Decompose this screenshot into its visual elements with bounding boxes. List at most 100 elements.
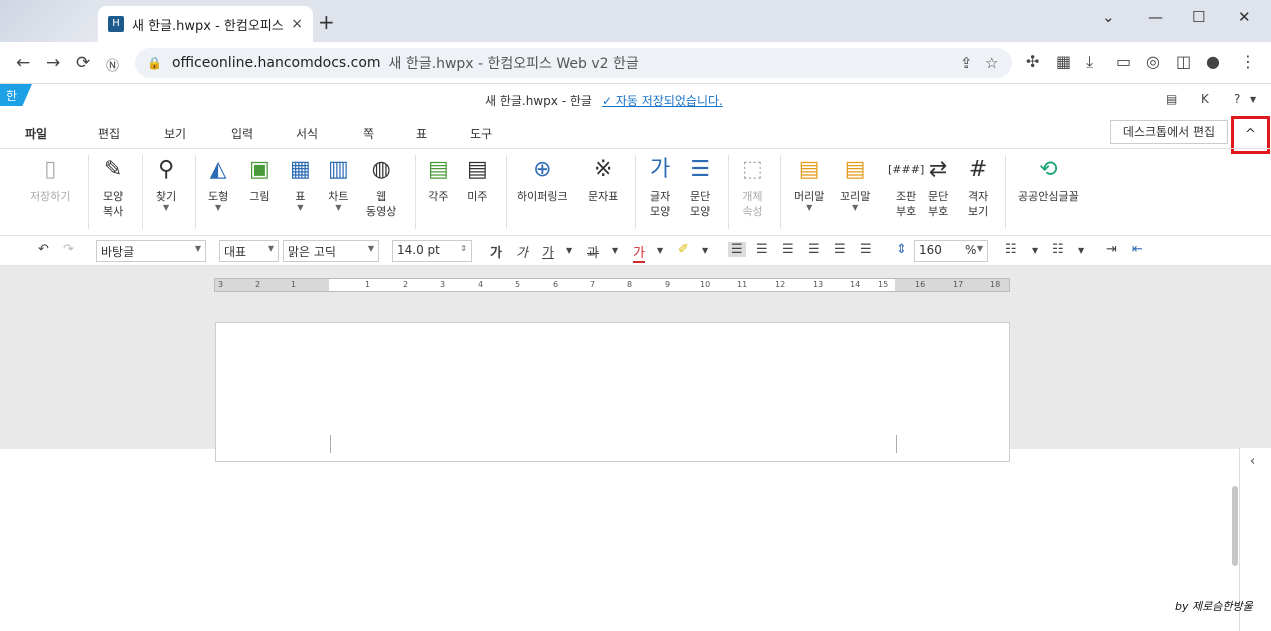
endnote-button[interactable]: ▤ 미주 (467, 155, 488, 204)
underline-icon[interactable]: 가 (542, 242, 554, 261)
para-shape-button[interactable]: ☰ 문단 모양 (690, 155, 710, 219)
tab-close-icon[interactable]: × (291, 16, 303, 32)
italic-icon[interactable]: 가 (516, 242, 528, 261)
document-page[interactable] (215, 322, 1010, 462)
char-shape-button[interactable]: 가 글자 모양 (650, 155, 670, 219)
ruler-tick: 12 (775, 280, 786, 289)
sidepanel-icon[interactable]: ◫ (1176, 52, 1191, 71)
para-mark-button[interactable]: ⇄ 문단 부호 (928, 155, 948, 219)
language-select[interactable]: 대표 ▼ (219, 240, 279, 262)
forward-icon[interactable]: → (46, 53, 60, 73)
menu-tools[interactable]: 도구 (470, 125, 492, 142)
compose-code-button[interactable]: [###] 조판 부호 (888, 155, 924, 219)
align-center-icon[interactable]: ☰ (782, 242, 794, 257)
grid-view-button[interactable]: # 격자 보기 (968, 155, 988, 219)
ribbon-separator (88, 155, 89, 229)
user-initial[interactable]: K (1201, 92, 1209, 106)
menu-view[interactable]: 보기 (164, 125, 186, 142)
align-left-icon[interactable]: ☰ (756, 242, 768, 257)
font-color-icon[interactable]: 가 (633, 242, 645, 263)
copy-format-button[interactable]: ✎ 모양 복사 (103, 155, 123, 219)
picture-button[interactable]: ▣ 그림 (249, 155, 270, 204)
menu-file[interactable]: 파일 (25, 125, 47, 142)
chevron-down-icon[interactable]: ▼ (612, 246, 618, 255)
menu-table[interactable]: 표 (416, 125, 427, 142)
maximize-icon[interactable]: ☐ (1192, 8, 1205, 26)
horizontal-ruler[interactable]: 3 2 1 1 2 3 4 5 6 7 8 9 10 11 12 13 14 1… (214, 278, 1010, 292)
back-icon[interactable]: ← (16, 53, 30, 73)
video-icon[interactable]: ▭ (1116, 52, 1131, 71)
menu-edit[interactable]: 편집 (98, 125, 120, 142)
bold-icon[interactable]: 가 (490, 242, 502, 261)
chevron-down-icon: ▼ (335, 203, 342, 212)
ruler-tick: 5 (515, 280, 521, 289)
highlight-icon[interactable]: ✐ (678, 242, 689, 257)
web-video-button[interactable]: ◍ 웹 동영상 (366, 155, 396, 219)
help-dropdown-icon[interactable]: ▼ (1250, 95, 1256, 104)
redo-icon[interactable]: ↷ (63, 242, 74, 257)
profile-avatar-icon[interactable]: ● (1206, 52, 1220, 71)
indent-decrease-icon[interactable]: ⇤ (1132, 242, 1143, 257)
font-select[interactable]: 맑은 고딕 ▼ (283, 240, 379, 262)
line-spacing-icon[interactable]: ⇕ (896, 242, 907, 257)
comment-icon[interactable]: ▤ (1166, 92, 1177, 106)
object-properties-button[interactable]: ⬚ 개체 속성 (742, 155, 763, 219)
numbered-list-icon[interactable]: ☷ (1052, 242, 1064, 257)
table-button[interactable]: ▦ 표 ▼ (290, 155, 311, 212)
help-icon[interactable]: ? (1234, 92, 1240, 106)
flag-extension-icon[interactable]: ▦ (1056, 52, 1071, 71)
font-size-stepper[interactable]: 14.0 pt ⇕ (392, 240, 472, 262)
align-divide-icon[interactable]: ☰ (860, 242, 872, 257)
nav-bar: ← → ⟳ Ⓝ 🔒 officeonline.hancomdocs.com 새 … (0, 42, 1271, 84)
bookmark-star-icon[interactable]: ☆ (985, 54, 998, 72)
header-button[interactable]: ▤ 머리말 ▼ (794, 155, 824, 212)
browser-menu-icon[interactable]: ⋮ (1240, 52, 1256, 71)
hancom-logo[interactable]: 한 (0, 84, 32, 106)
hyperlink-button[interactable]: ⊕ 하이퍼링크 (517, 155, 568, 204)
new-tab-button[interactable]: + (318, 10, 335, 34)
align-distribute-icon[interactable]: ☰ (834, 242, 846, 257)
bullet-list-icon[interactable]: ☷ (1005, 242, 1017, 257)
align-right-icon[interactable]: ☰ (808, 242, 820, 257)
screenshot-icon[interactable]: ◎ (1146, 52, 1160, 71)
menu-bar: 파일 편집 보기 입력 서식 쪽 표 도구 데스크톱에서 편집 ^ (0, 116, 1271, 154)
chevron-down-icon[interactable]: ▼ (1032, 246, 1038, 255)
active-tab[interactable]: H 새 한글.hwpx - 한컴오피스 W × (98, 6, 313, 42)
lock-icon[interactable]: 🔒 (147, 56, 162, 70)
chart-button[interactable]: ▥ 차트 ▼ (328, 155, 349, 212)
footer-button[interactable]: ▤ 꼬리말 ▼ (840, 155, 870, 212)
style-select[interactable]: 바탕글 ▼ (96, 240, 206, 262)
minimize-icon[interactable]: — (1148, 8, 1163, 26)
stepper-icon[interactable]: ⇕ (460, 244, 467, 253)
menu-page[interactable]: 쪽 (363, 125, 374, 142)
undo-icon[interactable]: ↶ (38, 242, 49, 257)
chevron-down-icon[interactable]: ▼ (566, 246, 572, 255)
vertical-scrollbar[interactable] (1232, 486, 1238, 566)
window-close-icon[interactable]: ✕ (1238, 8, 1251, 26)
find-button[interactable]: ⚲ 찾기 ▼ (156, 155, 176, 212)
shape-button[interactable]: ◭ 도형 ▼ (208, 155, 228, 212)
menu-insert[interactable]: 입력 (231, 125, 253, 142)
site-info-icon[interactable]: Ⓝ (106, 55, 119, 74)
address-bar[interactable]: 🔒 officeonline.hancomdocs.com 새 한글.hwpx … (135, 48, 1012, 78)
autosave-status[interactable]: ✓ 자동 저장되었습니다. (602, 92, 723, 109)
strikethrough-icon[interactable]: 과 (587, 242, 599, 261)
extensions-icon[interactable]: ✣ (1026, 52, 1039, 71)
save-button[interactable]: ▯ 저장하기 (30, 155, 70, 204)
chevron-down-icon[interactable]: ▼ (657, 246, 663, 255)
footnote-button[interactable]: ▤ 각주 (428, 155, 449, 204)
chevron-down-icon[interactable]: ▼ (702, 246, 708, 255)
edit-in-desktop-button[interactable]: 데스크톱에서 편집 (1110, 120, 1228, 144)
chevron-down-icon[interactable]: ▼ (1078, 246, 1084, 255)
chevron-left-icon[interactable]: ‹ (1250, 454, 1255, 469)
download-icon[interactable]: ⤓ (1086, 52, 1093, 72)
align-justify-icon[interactable]: ☰ (728, 242, 746, 257)
charmap-button[interactable]: ※ 문자표 (588, 155, 618, 204)
safe-font-button[interactable]: ⟲ 공공안심글꼴 (1018, 155, 1079, 204)
share-icon[interactable]: ⇪ (960, 54, 973, 72)
line-spacing-stepper[interactable]: 160% ▼ (914, 240, 988, 262)
menu-format[interactable]: 서식 (296, 125, 318, 142)
reload-icon[interactable]: ⟳ (76, 53, 90, 73)
indent-increase-icon[interactable]: ⇥ (1106, 242, 1117, 257)
tab-search-chevron-icon[interactable]: ⌄ (1102, 8, 1115, 26)
